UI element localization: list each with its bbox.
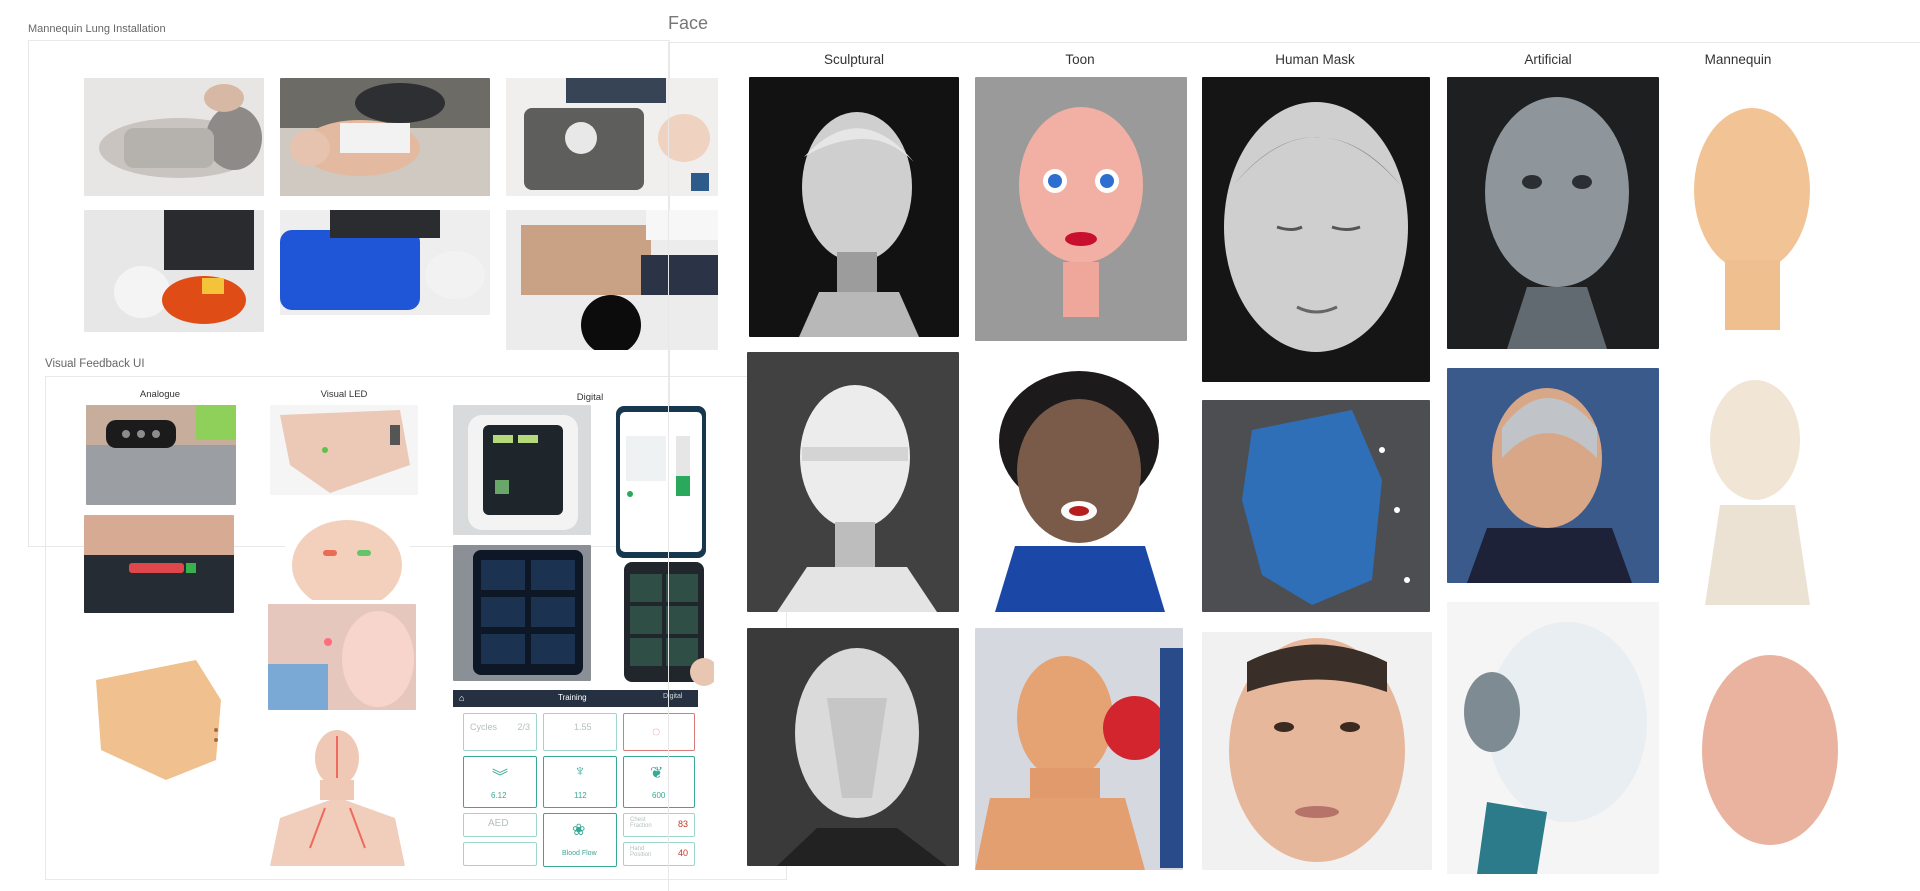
tile-label: Blood Flow: [562, 850, 597, 857]
tile-aed[interactable]: AED: [463, 813, 537, 837]
digital-ui-mockup[interactable]: ⌂ Training Digital Cycles 2/3 1.55 ◌ ︾ 6…: [453, 690, 698, 868]
section-digital: Digital: [576, 392, 604, 403]
led-photo-4: [270, 718, 405, 866]
led-photo-1: [270, 405, 418, 495]
human-mask-face-2: [1202, 400, 1430, 612]
tile-value: 2/3: [517, 722, 530, 732]
toon-face-3: [975, 628, 1183, 870]
tile-label: AED: [488, 818, 509, 829]
tile-depth[interactable]: ︾ 6.12: [463, 756, 537, 808]
artificial-face-1: [1447, 77, 1659, 349]
column-mannequin: Mannequin: [1704, 52, 1772, 67]
lung-photo-5: [280, 210, 490, 315]
feedback-board-title: Visual Feedback UI: [45, 358, 145, 370]
led-photo-2: [285, 510, 410, 600]
tile-value: 6.12: [491, 791, 507, 800]
tile-blank[interactable]: [463, 842, 537, 866]
mannequin-face-3: [1695, 640, 1845, 870]
toon-face-1: [975, 77, 1187, 341]
depth-icon: ︾: [492, 769, 509, 786]
digital-photo-tablet: [453, 405, 591, 535]
column-human-mask: Human Mask: [1275, 52, 1355, 67]
sculptural-face-1: [749, 77, 959, 337]
home-icon: ⌂: [459, 693, 465, 703]
section-analogue: Analogue: [139, 389, 181, 400]
tile-label: Chest Fraction: [630, 817, 652, 829]
face-board-title: Face: [668, 13, 709, 33]
tile-blood-flow[interactable]: ❀ Blood Flow: [543, 813, 617, 867]
tile-label: Hand Position: [630, 846, 652, 858]
tile-compression[interactable]: ♆ 112: [543, 756, 617, 808]
lung-photo-4: [84, 210, 264, 332]
compression-icon: ♆: [574, 763, 586, 780]
column-artificial: Artificial: [1524, 52, 1572, 67]
digital-ui-header-title: Training: [558, 693, 587, 702]
analogue-photo-3: [86, 640, 231, 790]
lung-photo-1: [84, 78, 264, 196]
human-mask-face-1: [1202, 77, 1430, 382]
mannequin-face-1: [1680, 100, 1825, 340]
lung-board-title: Mannequin Lung Installation: [28, 23, 166, 35]
toon-face-2: [975, 356, 1183, 612]
artificial-face-2: [1447, 368, 1659, 583]
artificial-face-3: [1447, 602, 1659, 874]
lungs-icon: ❦: [650, 765, 664, 782]
tile-rate[interactable]: 1.55: [543, 713, 617, 751]
tile-value: 112: [574, 791, 587, 800]
tile-label: Cycles: [470, 722, 498, 732]
sculptural-face-3: [747, 628, 959, 866]
lung-photo-2: [280, 78, 490, 196]
analogue-photo-2: [84, 515, 234, 613]
led-photo-3: [268, 604, 416, 710]
analogue-photo-1: [86, 405, 236, 505]
digital-photo-tablet-2: [453, 545, 591, 681]
tile-value: 1.55: [574, 722, 592, 732]
digital-ui-header: ⌂ Training Digital: [453, 690, 698, 707]
section-visual-led: Visual LED: [320, 389, 368, 400]
column-sculptural: Sculptural: [823, 52, 885, 67]
mannequin-face-2: [1685, 365, 1830, 605]
airway-icon: ◌: [652, 723, 661, 739]
brain-icon: ❀: [572, 822, 586, 839]
column-toon: Toon: [1065, 52, 1095, 67]
human-mask-face-3: [1202, 632, 1432, 870]
tile-value: 600: [652, 791, 666, 800]
tile-cycles[interactable]: Cycles 2/3: [463, 713, 537, 751]
sculptural-face-2: [747, 352, 959, 612]
